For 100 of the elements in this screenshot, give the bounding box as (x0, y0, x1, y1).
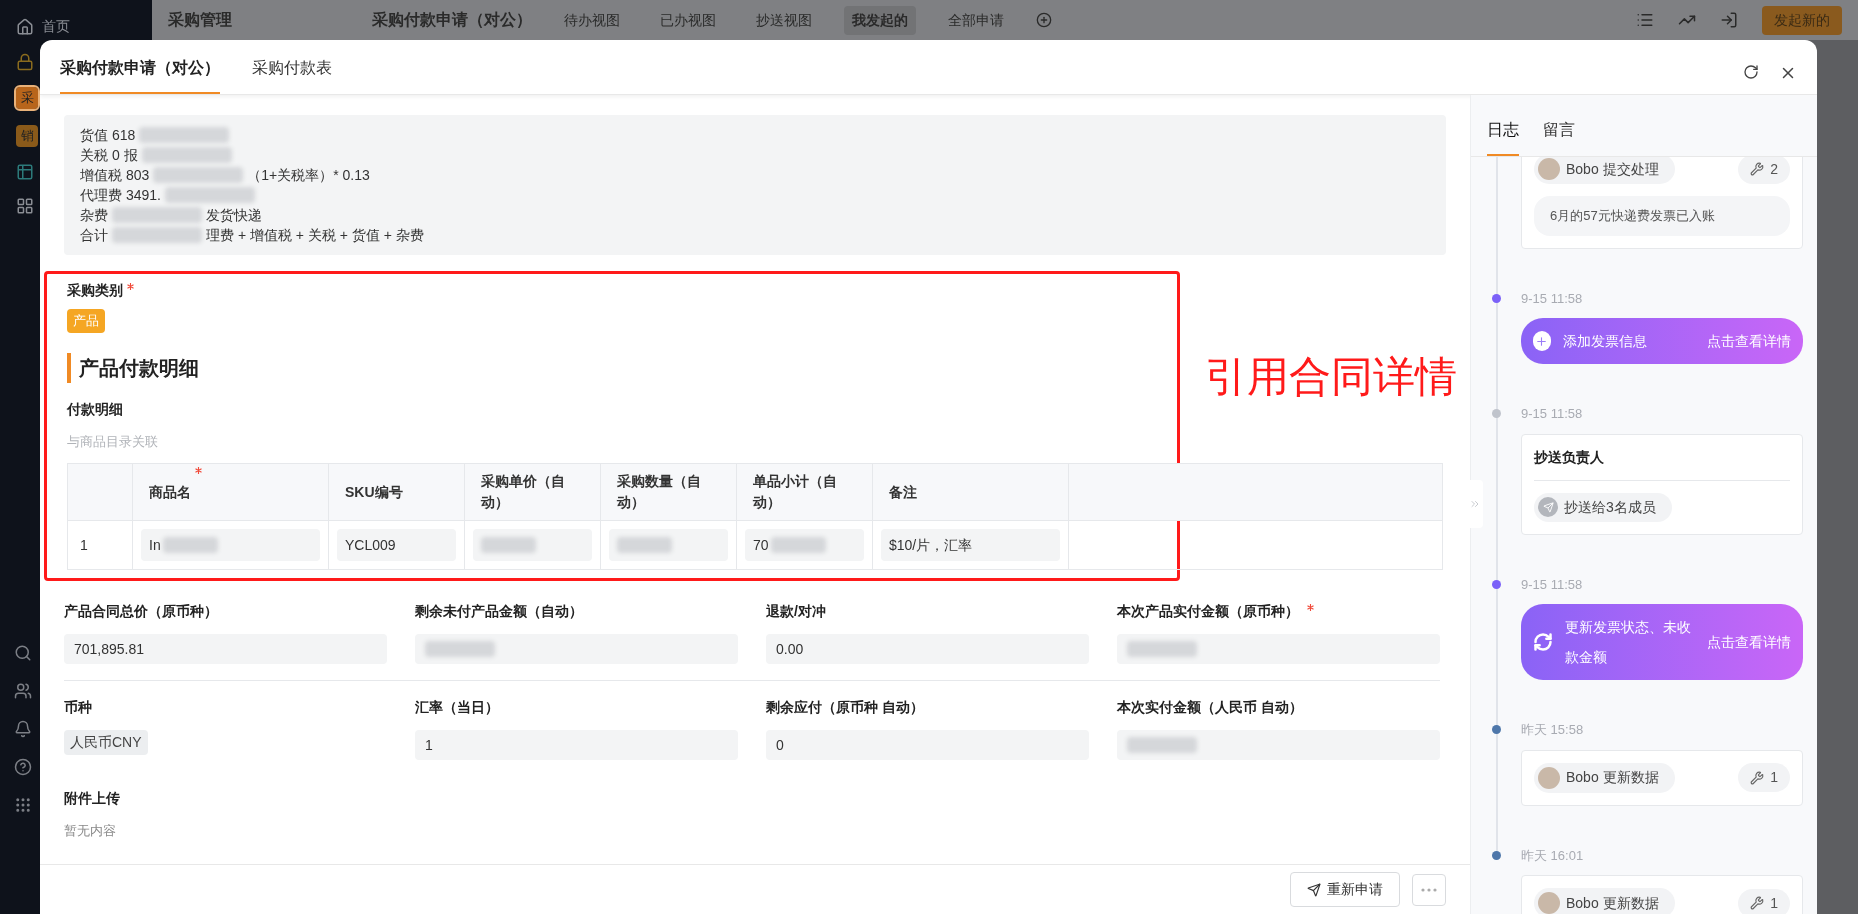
refresh-icon[interactable] (1743, 64, 1759, 80)
more-icon (1421, 887, 1437, 892)
bell-icon[interactable] (14, 720, 32, 738)
log-time: 昨天 16:01 (1521, 846, 1585, 865)
column-header: 商品名 (149, 482, 191, 502)
input-field[interactable]: 0.00 (766, 634, 1089, 664)
info-line: 货值 618 (80, 126, 136, 145)
cc-chip[interactable]: 抄送给3名成员 (1534, 492, 1672, 522)
blurred-block (1127, 737, 1197, 753)
avatar (1538, 892, 1560, 914)
log-time: 9-15 11:58 (1521, 289, 1584, 308)
row-number: 1 (80, 535, 88, 555)
info-line: （1+关税率）* 0.13 (247, 166, 370, 185)
info-line: 杂费 (80, 206, 108, 225)
log-time: 9-15 11:58 (1521, 405, 1584, 423)
home-link[interactable]: 首页 (42, 16, 70, 37)
home-icon[interactable] (16, 17, 34, 36)
log-action: Bobo 提交处理 (1566, 159, 1659, 179)
view-title[interactable]: 采购付款申请（对公） (372, 8, 532, 32)
field-label: 剩余未付产品金额（自动） (415, 602, 583, 621)
plus-icon (1533, 331, 1551, 351)
input-field[interactable]: 0 (766, 730, 1089, 760)
log-action: Bobo 更新数据 (1566, 768, 1659, 787)
help-icon[interactable] (14, 758, 32, 776)
cc-title: 抄送负责人 (1534, 447, 1605, 467)
input-field[interactable] (415, 634, 738, 664)
side-tab[interactable]: 留言 (1543, 118, 1575, 156)
blurred-block (425, 641, 495, 657)
event-title: 更新发票状态、未收款金额 (1565, 618, 1692, 667)
field-label: 本次实付金额（人民币 自动） (1117, 698, 1303, 717)
wrench-icon (1750, 770, 1765, 785)
column-header: SKU编号 (345, 482, 403, 502)
table-cell[interactable]: 70 (745, 529, 864, 561)
lock-icon[interactable] (16, 53, 34, 71)
search-icon[interactable] (14, 644, 32, 662)
field-label: 付款明细 (67, 399, 124, 419)
table-cell[interactable]: YCL009 (337, 529, 456, 561)
modal-tab[interactable]: 采购付款申请（对公） (60, 56, 220, 94)
side-tab[interactable]: 日志 (1487, 118, 1519, 156)
column-header: 采购单价（自动） (481, 472, 566, 512)
collapse-handle[interactable] (1467, 480, 1483, 528)
view-tab[interactable]: 抄送视图 (748, 5, 820, 35)
grid-icon[interactable] (16, 197, 34, 215)
view-tab[interactable]: 全部申请 (940, 5, 1012, 35)
input-field[interactable]: 1 (415, 730, 738, 760)
table-cell[interactable] (473, 529, 592, 561)
change-count[interactable]: 1 (1738, 763, 1790, 792)
empty-text: 暂无内容 (64, 822, 116, 840)
column-header: 备注 (889, 482, 917, 502)
list-icon[interactable] (1636, 11, 1654, 29)
table-cell[interactable]: In (141, 529, 320, 561)
required-icon (127, 283, 134, 290)
view-tab[interactable]: 已办视图 (652, 5, 724, 35)
column-header: 采购数量（自动） (617, 472, 702, 512)
send-icon (1538, 497, 1558, 517)
wrench-icon (1750, 162, 1765, 176)
add-icon[interactable] (1036, 12, 1052, 28)
module-title: 采购管理 (168, 10, 233, 30)
info-line: 增值税 803 (80, 166, 150, 185)
blurred-block (770, 537, 826, 553)
category-tag: 产品 (67, 309, 105, 333)
info-line: 发货快递 (206, 206, 262, 225)
blurred-block (162, 537, 218, 553)
field-hint: 与商品目录关联 (67, 432, 159, 451)
modal-tab[interactable]: 采购付款表 (252, 56, 332, 94)
table-cell[interactable]: $10/片，汇率 (881, 529, 1060, 561)
change-count[interactable]: 2 (1738, 157, 1790, 184)
log-note: 6月的57元快递费发票已入账 (1534, 196, 1790, 236)
field-label: 采购类别 (67, 281, 123, 300)
input-field[interactable] (1117, 730, 1440, 760)
app-icon[interactable]: 采 (16, 87, 38, 109)
event-title: 添加发票信息 (1562, 332, 1648, 351)
blurred-block (1127, 641, 1197, 657)
event-banner[interactable]: 添加发票信息 点击查看详情 (1521, 318, 1803, 364)
wrench-icon (1750, 896, 1765, 910)
change-count[interactable]: 1 (1738, 888, 1790, 914)
required-icon (1307, 604, 1314, 611)
required-icon (195, 467, 202, 474)
info-line: 代理费 3491. (80, 186, 161, 205)
apps-icon[interactable] (14, 796, 32, 814)
view-tab[interactable]: 待办视图 (556, 5, 628, 35)
input-field[interactable]: 701,895.81 (64, 634, 387, 664)
field-label: 附件上传 (64, 789, 120, 808)
send-icon (1307, 882, 1321, 897)
annotation-text: 引用合同详情 (1205, 352, 1457, 402)
field-label: 币种 (64, 698, 92, 717)
table-icon[interactable] (16, 163, 34, 181)
field-label: 剩余应付（原币种 自动） (766, 698, 924, 717)
info-line: 合计 (80, 226, 108, 245)
blurred-block (617, 537, 672, 553)
event-banner[interactable]: 更新发票状态、未收款金额 点击查看详情 (1521, 604, 1803, 680)
field-label: 汇率（当日） (415, 698, 499, 717)
info-line: 关税 0 报 (80, 146, 138, 165)
login-icon[interactable] (1720, 11, 1738, 29)
column-header: 单品小计（自动） (753, 472, 838, 512)
resubmit-button[interactable]: 重新申请 (1290, 872, 1400, 907)
table-cell[interactable] (609, 529, 728, 561)
users-icon[interactable] (14, 682, 32, 700)
input-field[interactable] (1117, 634, 1440, 664)
field-label: 退款/对冲 (766, 602, 826, 621)
